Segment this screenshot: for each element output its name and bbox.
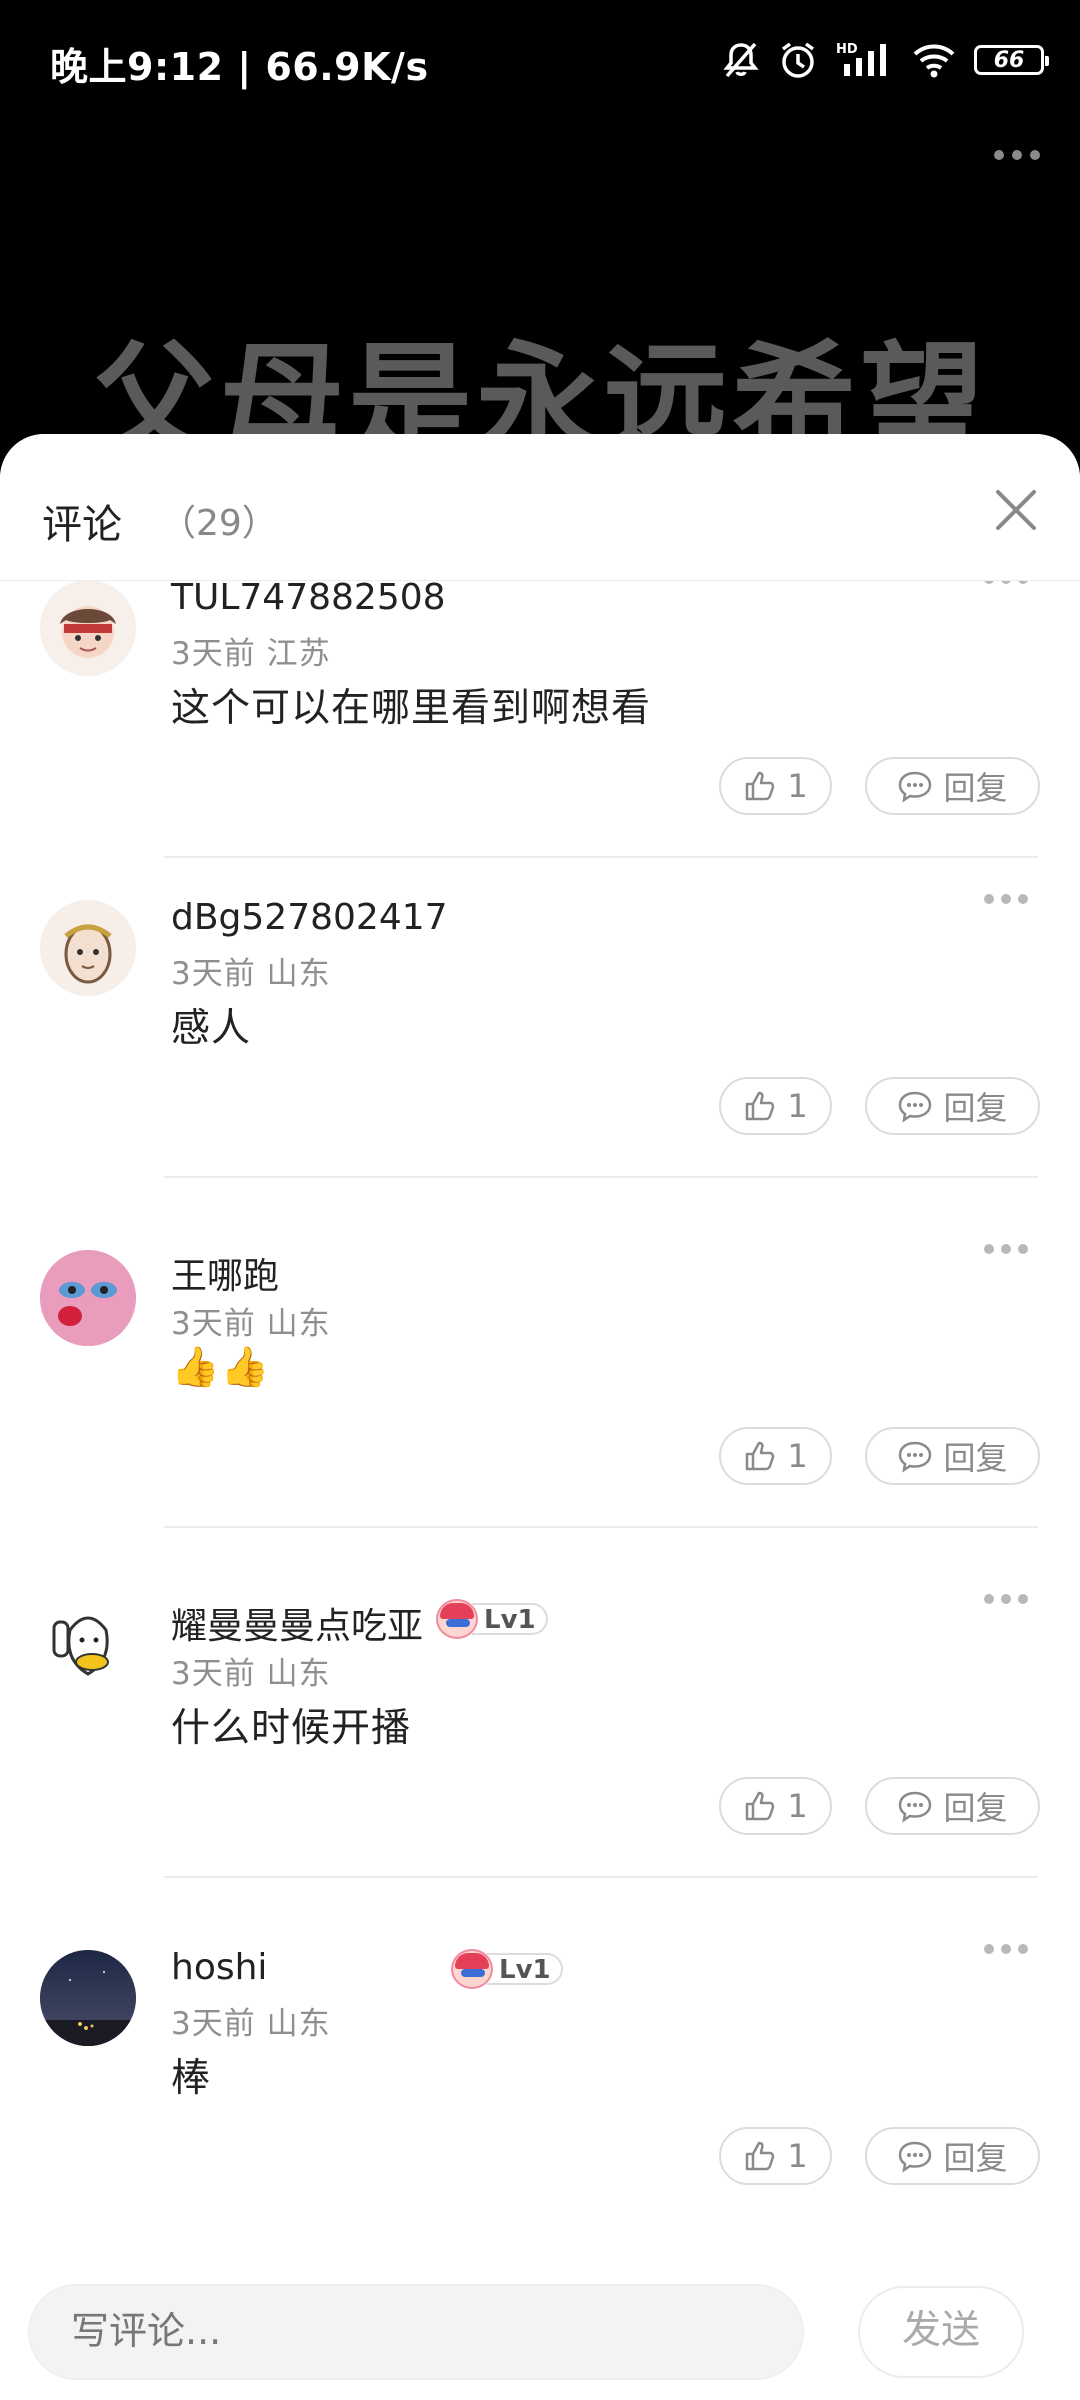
battery-icon: 66 — [974, 45, 1049, 75]
level-avatar-icon — [451, 1949, 493, 1989]
comment-input-bar: 写评论... 发送 — [0, 2260, 1080, 2400]
like-count: 1 — [787, 2137, 808, 2175]
reply-label: 回复 — [943, 2139, 1008, 2177]
like-button[interactable]: 1 — [719, 1077, 832, 1135]
reply-button[interactable]: 回复 — [865, 2127, 1040, 2185]
comment-count: （29） — [160, 503, 278, 544]
like-count: 1 — [787, 1787, 808, 1825]
comment-username[interactable]: 王哪跑 — [171, 1247, 279, 1299]
chat-bubble-icon — [899, 1791, 932, 1823]
reply-label: 回复 — [943, 1089, 1008, 1127]
comment-meta: 3天前 山东 — [171, 2006, 331, 2042]
thumbs-up-icon — [746, 1791, 775, 1821]
comment-input[interactable]: 写评论... — [28, 2284, 804, 2380]
comment-username[interactable]: TUL747882508 — [171, 580, 446, 618]
reply-button[interactable]: 回复 — [865, 1777, 1040, 1835]
status-time: 晚上9:12 | 66.9K/s — [50, 45, 429, 89]
thumbs-up-icon — [746, 2141, 775, 2171]
more-dots-icon[interactable] — [994, 150, 1040, 160]
like-button[interactable]: 1 — [719, 1427, 832, 1485]
more-dots-icon[interactable] — [984, 1594, 1032, 1608]
close-icon[interactable] — [988, 482, 1044, 538]
divider — [164, 1876, 1038, 1878]
more-dots-icon[interactable] — [984, 1244, 1032, 1258]
chat-bubble-icon — [899, 2141, 932, 2173]
comment-content[interactable]: 什么时候开播 — [171, 1697, 411, 1753]
thumbs-up-icon — [746, 1441, 775, 1471]
reply-button[interactable]: 回复 — [865, 1427, 1040, 1485]
like-button[interactable]: 1 — [719, 757, 832, 815]
thumbs-up-icon — [746, 1091, 775, 1121]
thumbs-up-icon — [746, 771, 775, 801]
divider — [164, 856, 1038, 858]
wifi-icon — [913, 44, 955, 78]
video-player[interactable]: 父母是永远希望 — [0, 120, 1080, 474]
comment-item: dBg527802417 3天前 山东 感人 1 回复 — [0, 894, 1080, 1250]
comment-username[interactable]: 耀曼曼曼点吃亚 — [171, 1597, 423, 1649]
divider — [164, 1176, 1038, 1178]
reply-button[interactable]: 回复 — [865, 1077, 1040, 1135]
status-bar: 晚上9:12 | 66.9K/s HD 66 — [0, 0, 1080, 120]
comment-content[interactable]: 👍👍 — [171, 1344, 270, 1390]
divider — [164, 1526, 1038, 1528]
reply-label: 回复 — [943, 1789, 1008, 1827]
avatar[interactable] — [40, 1600, 136, 1696]
comment-username[interactable]: dBg527802417 — [171, 897, 448, 938]
comment-sheet: 评论 （29） TUL747882508 3天前 江苏 这个可以在哪里看到啊想看… — [0, 434, 1080, 2400]
like-button[interactable]: 1 — [719, 1777, 832, 1835]
like-count: 1 — [787, 1087, 808, 1125]
hd-signal-icon: HD — [836, 42, 886, 76]
level-text: Lv1 — [472, 1603, 548, 1635]
comment-content[interactable]: 棒 — [171, 2047, 211, 2103]
like-button[interactable]: 1 — [719, 2127, 832, 2185]
comment-meta: 3天前 山东 — [171, 1656, 331, 1692]
chat-bubble-icon — [899, 771, 932, 803]
comment-content[interactable]: 这个可以在哪里看到啊想看 — [171, 677, 651, 733]
comment-meta: 3天前 江苏 — [171, 636, 331, 672]
screen: 晚上9:12 | 66.9K/s HD 66 父母是永远希望 评论 （29） T… — [0, 0, 1080, 2400]
comment-meta: 3天前 山东 — [171, 956, 331, 992]
level-avatar-icon — [436, 1599, 478, 1639]
status-icons: HD 66 — [722, 36, 1049, 84]
battery-level: 66 — [993, 47, 1025, 73]
avatar[interactable] — [40, 1250, 136, 1346]
comment-meta: 3天前 山东 — [171, 1306, 331, 1342]
alarm-icon — [781, 42, 815, 78]
chat-bubble-icon — [899, 1441, 932, 1473]
comment-item: 王哪跑 3天前 山东 👍👍 1 回复 — [0, 1244, 1080, 1600]
like-count: 1 — [787, 1437, 808, 1475]
avatar[interactable] — [40, 900, 136, 996]
like-count: 1 — [787, 767, 808, 805]
comment-sheet-title: 评论 — [42, 502, 122, 548]
avatar[interactable] — [40, 1950, 136, 2046]
more-dots-icon[interactable] — [984, 894, 1032, 908]
comment-content[interactable]: 感人 — [171, 997, 251, 1053]
chat-bubble-icon — [899, 1091, 932, 1123]
level-badge: Lv1 — [436, 1599, 548, 1639]
more-dots-icon[interactable] — [984, 580, 1032, 588]
comment-username[interactable]: hoshi — [171, 1947, 267, 1988]
comment-item: hoshi Lv1 3天前 山东 棒 1 回复 — [0, 1944, 1080, 2300]
avatar[interactable] — [40, 580, 136, 676]
level-badge: Lv1 — [451, 1949, 563, 1989]
comment-item: TUL747882508 3天前 江苏 这个可以在哪里看到啊想看 1 回复 — [0, 580, 1080, 900]
mute-bell-icon — [723, 42, 759, 78]
more-dots-icon[interactable] — [984, 1944, 1032, 1958]
level-text: Lv1 — [487, 1953, 563, 1985]
reply-label: 回复 — [943, 1439, 1008, 1477]
svg-text:HD: HD — [836, 42, 858, 57]
reply-button[interactable]: 回复 — [865, 757, 1040, 815]
reply-label: 回复 — [943, 769, 1008, 807]
send-button[interactable]: 发送 — [858, 2286, 1024, 2378]
comment-list[interactable]: TUL747882508 3天前 江苏 这个可以在哪里看到啊想看 1 回复 dB… — [0, 580, 1080, 2400]
comment-sheet-header: 评论 （29） — [0, 434, 1080, 581]
comment-item: 耀曼曼曼点吃亚 Lv1 3天前 山东 什么时候开播 1 回复 — [0, 1594, 1080, 1950]
